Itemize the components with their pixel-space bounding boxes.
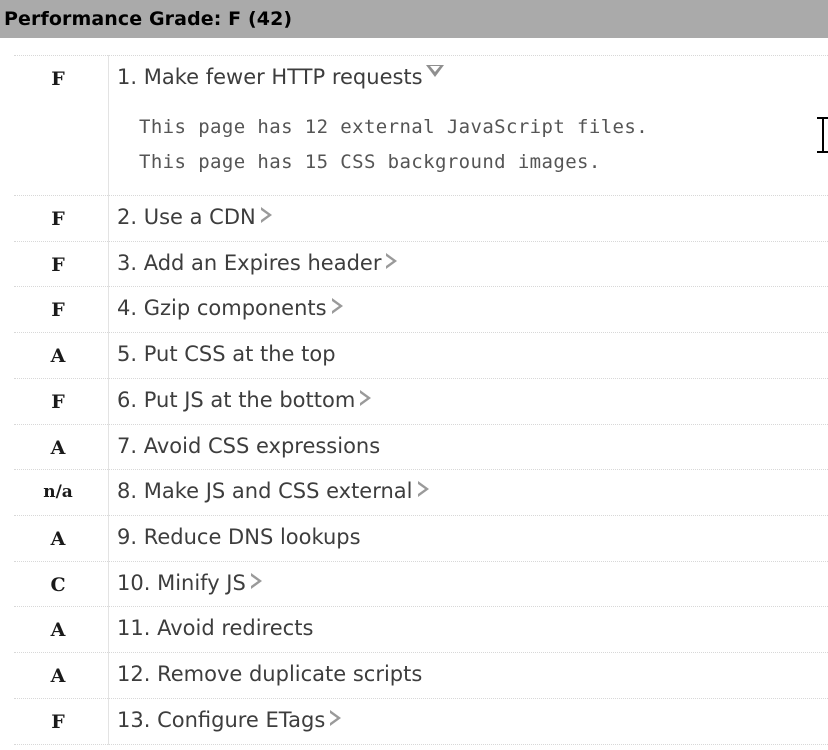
- rule-grade: F: [14, 378, 109, 425]
- rule-description-cell: 11. Avoid redirects: [109, 607, 828, 653]
- rule-grade: F: [14, 286, 109, 333]
- rule-description-cell: 5. Put CSS at the top: [109, 333, 828, 379]
- rule-row[interactable]: A 11. Avoid redirects: [14, 606, 828, 653]
- rule-label[interactable]: 11. Avoid redirects: [117, 615, 313, 643]
- rule-label[interactable]: 10. Minify JS: [117, 570, 246, 598]
- rules-table: F 1. Make fewer HTTP requests This page ha…: [14, 55, 828, 745]
- rule-title-line: 5. Put CSS at the top: [117, 341, 828, 369]
- rule-title-line: 13. Configure ETags: [117, 707, 828, 735]
- rule-title-line: 2. Use a CDN: [117, 204, 828, 232]
- rule-row[interactable]: A 12. Remove duplicate scripts: [14, 652, 828, 699]
- rule-title-line: 8. Make JS and CSS external: [117, 478, 828, 506]
- rule-title-line: 10. Minify JS: [117, 570, 828, 598]
- rule-row[interactable]: F 4. Gzip components: [14, 286, 828, 333]
- rule-grade: F: [14, 195, 109, 242]
- rule-row[interactable]: A 9. Reduce DNS lookups: [14, 515, 828, 562]
- rule-grade: A: [14, 332, 109, 379]
- rule-grade: C: [14, 561, 109, 607]
- rule-row[interactable]: F 1. Make fewer HTTP requests This page ha…: [14, 55, 828, 196]
- rule-row[interactable]: F 2. Use a CDN: [14, 195, 828, 242]
- rule-grade: A: [14, 424, 109, 470]
- rule-detail-line: This page has 12 external JavaScript fil…: [139, 115, 649, 138]
- rule-title-line: 12. Remove duplicate scripts: [117, 661, 828, 689]
- rule-label[interactable]: 7. Avoid CSS expressions: [117, 433, 380, 461]
- rule-label[interactable]: 3. Add an Expires header: [117, 250, 381, 278]
- rule-grade: A: [14, 652, 109, 699]
- rule-label[interactable]: 6. Put JS at the bottom: [117, 387, 355, 415]
- rule-grade: A: [14, 606, 109, 653]
- rule-description-cell: 1. Make fewer HTTP requests This page has…: [109, 56, 828, 196]
- triangle-down-icon[interactable]: [425, 64, 445, 84]
- rule-description-cell: 8. Make JS and CSS external: [109, 470, 828, 516]
- rule-title-line: 1. Make fewer HTTP requests: [117, 64, 828, 92]
- triangle-right-icon[interactable]: [328, 707, 343, 727]
- rule-label[interactable]: 8. Make JS and CSS external: [117, 478, 413, 506]
- rule-label[interactable]: 5. Put CSS at the top: [117, 341, 336, 369]
- rule-title-line: 7. Avoid CSS expressions: [117, 433, 828, 461]
- rule-grade: F: [14, 698, 109, 745]
- rule-description-cell: 7. Avoid CSS expressions: [109, 424, 828, 470]
- triangle-right-icon[interactable]: [358, 387, 373, 407]
- rule-row[interactable]: n/a 8. Make JS and CSS external: [14, 469, 828, 516]
- rule-row[interactable]: F 3. Add an Expires header: [14, 241, 828, 287]
- triangle-right-icon[interactable]: [249, 570, 264, 590]
- rule-grade: A: [14, 515, 109, 562]
- rule-title-line: 6. Put JS at the bottom: [117, 387, 828, 415]
- rule-label[interactable]: 4. Gzip components: [117, 295, 327, 323]
- rule-description-cell: 3. Add an Expires header: [109, 241, 828, 287]
- rule-row[interactable]: C 10. Minify JS: [14, 561, 828, 607]
- rule-row[interactable]: A 5. Put CSS at the top: [14, 332, 828, 379]
- rule-detail-line: This page has 15 CSS background images.: [139, 150, 601, 173]
- rule-label[interactable]: 1. Make fewer HTTP requests: [117, 64, 423, 92]
- rule-description-cell: 4. Gzip components: [109, 287, 828, 333]
- rules-table-body: F 1. Make fewer HTTP requests This page ha…: [14, 55, 828, 745]
- rule-title-line: 3. Add an Expires header: [117, 250, 828, 278]
- rule-title-line: 4. Gzip components: [117, 295, 828, 323]
- rule-detail-block: This page has 12 external JavaScript fil…: [139, 110, 828, 180]
- rule-label[interactable]: 13. Configure ETags: [117, 707, 325, 735]
- rule-description-cell: 2. Use a CDN: [109, 196, 828, 242]
- rule-label[interactable]: 2. Use a CDN: [117, 204, 256, 232]
- performance-grade-header: Performance Grade: F (42): [0, 0, 828, 38]
- rule-description-cell: 6. Put JS at the bottom: [109, 378, 828, 424]
- rule-description-cell: 12. Remove duplicate scripts: [109, 653, 828, 699]
- rule-row[interactable]: A 7. Avoid CSS expressions: [14, 424, 828, 470]
- rules-table-container: F 1. Make fewer HTTP requests This page ha…: [0, 38, 828, 745]
- rule-grade: F: [14, 55, 109, 196]
- rule-row[interactable]: F 13. Configure ETags: [14, 698, 828, 745]
- rule-description-cell: 13. Configure ETags: [109, 698, 828, 744]
- rule-grade: F: [14, 241, 109, 287]
- rule-label[interactable]: 9. Reduce DNS lookups: [117, 524, 361, 552]
- rule-title-line: 11. Avoid redirects: [117, 615, 828, 643]
- performance-grade-title: Performance Grade: F (42): [4, 8, 293, 30]
- triangle-right-icon[interactable]: [416, 478, 431, 498]
- rule-grade: n/a: [14, 469, 109, 516]
- rule-title-line: 9. Reduce DNS lookups: [117, 524, 828, 552]
- rule-row[interactable]: F 6. Put JS at the bottom: [14, 378, 828, 425]
- triangle-right-icon[interactable]: [384, 250, 399, 270]
- rule-label[interactable]: 12. Remove duplicate scripts: [117, 661, 422, 689]
- rule-description-cell: 10. Minify JS: [109, 561, 828, 607]
- rule-description-cell: 9. Reduce DNS lookups: [109, 516, 828, 562]
- triangle-right-icon[interactable]: [259, 204, 274, 224]
- triangle-right-icon[interactable]: [330, 295, 345, 315]
